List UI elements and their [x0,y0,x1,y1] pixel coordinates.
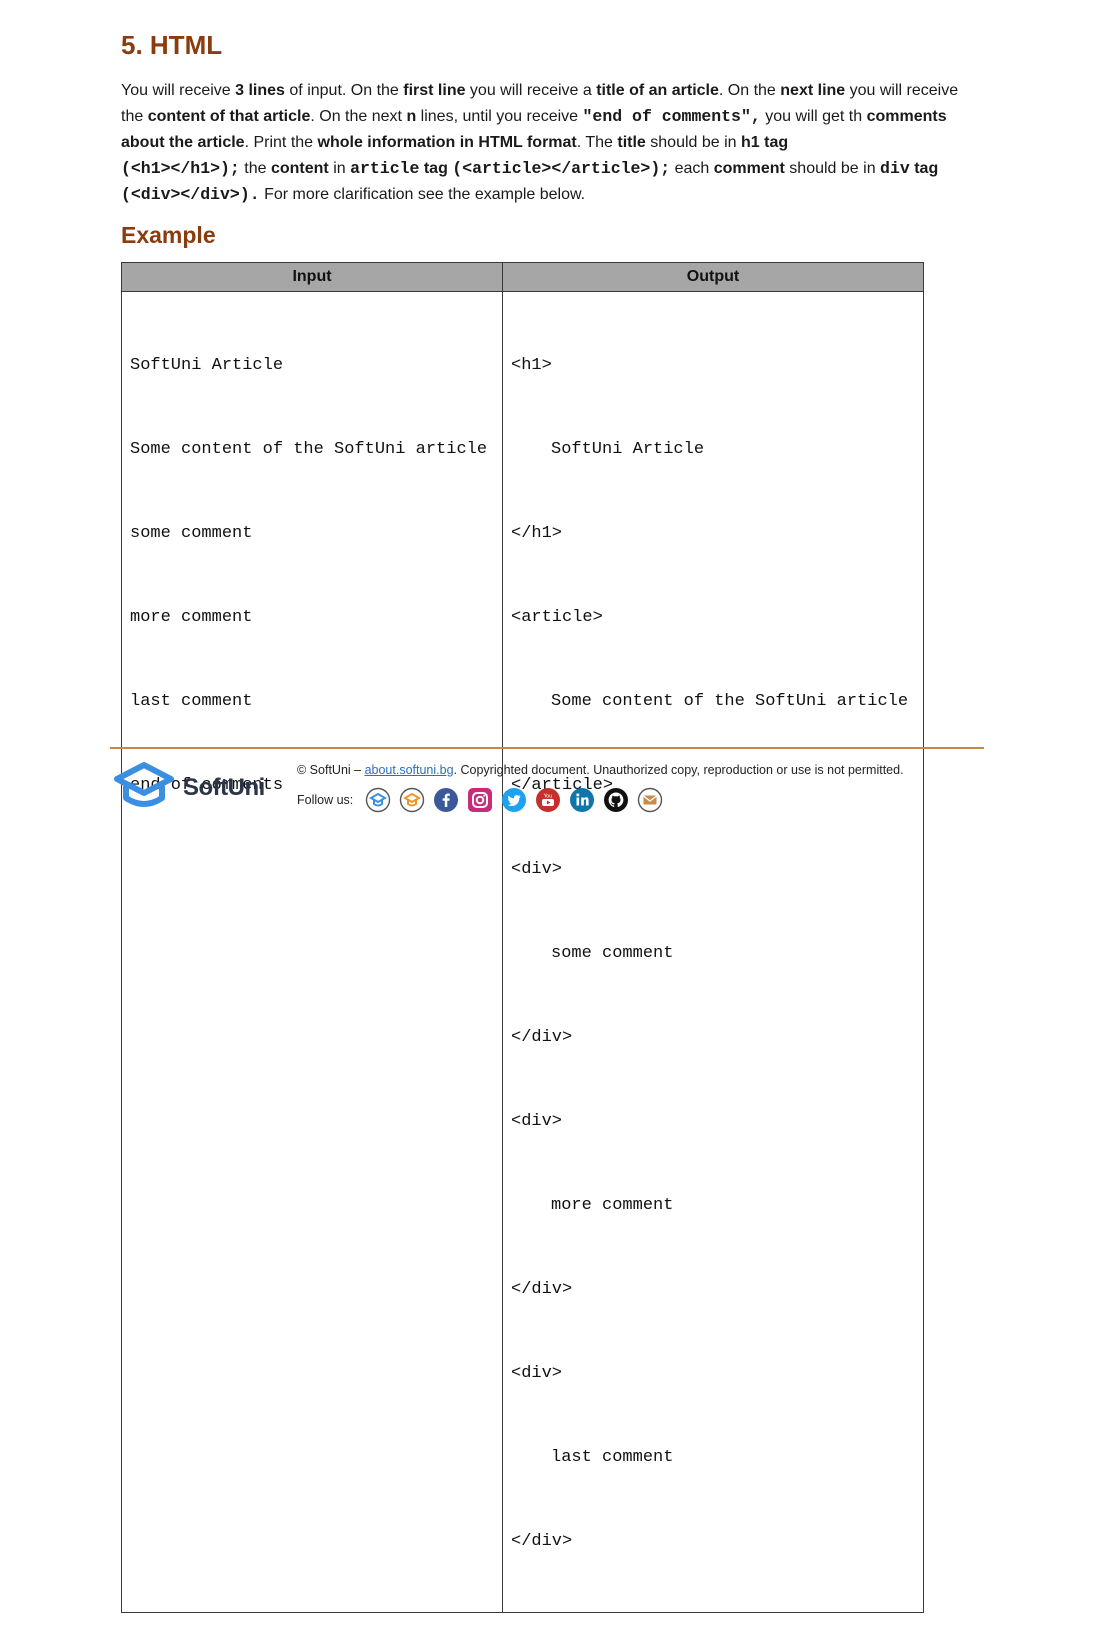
desc-code: "end of comments", [582,107,761,126]
email-icon[interactable] [637,787,663,813]
input-line: Some content of the SoftUni article [130,440,488,459]
output-line: <div> [511,1364,563,1383]
output-line: <div> [511,860,563,879]
desc-text: should be in [784,160,881,177]
output-line: SoftUni Article [551,440,705,459]
desc-bold: 3 lines [235,82,285,99]
desc-text: You will receive [121,82,236,99]
softuni-icon[interactable] [365,787,391,813]
desc-bold: tag [419,160,453,177]
desc-text: . Print the [244,134,318,151]
output-line: </h1> [511,524,563,543]
output-line: </div> [511,1280,573,1299]
desc-text: you will get th [760,108,867,125]
output-line: <article> [511,608,603,627]
input-line: SoftUni Article [130,356,284,375]
follow-label: Follow us: [297,793,354,807]
linkedin-icon[interactable] [569,787,595,813]
desc-text: of input. On the [284,82,404,99]
desc-text: each [670,160,714,177]
input-cell: SoftUni Article Some content of the Soft… [121,291,503,1613]
social-links: You [365,787,663,813]
table-row: SoftUni Article Some content of the Soft… [121,291,924,1613]
desc-text: should be in [645,134,742,151]
facebook-icon[interactable] [433,787,459,813]
output-line: </div> [511,1028,573,1047]
output-line: <h1> [511,356,552,375]
copyright-suffix: . Copyrighted document. Unauthorized cop… [453,763,904,777]
footer-divider [110,747,984,749]
input-line: more comment [130,608,253,627]
input-line: last comment [130,692,253,711]
table-header-row: Input Output [121,262,924,292]
desc-text: the [239,160,271,177]
softuni-kids-icon[interactable] [399,787,425,813]
desc-code: (<h1></h1>); [121,159,240,178]
twitter-icon[interactable] [501,787,527,813]
desc-text: . The [576,134,618,151]
desc-bold: next line [780,82,846,99]
task-description: You will receive 3 lines of input. On th… [121,78,981,208]
desc-text: you will receive a [465,82,597,99]
output-header: Output [502,262,924,292]
desc-bold: title [617,134,646,151]
desc-bold: whole information in HTML format [317,134,577,151]
desc-text: in [328,160,351,177]
desc-bold: first line [403,82,466,99]
desc-text: . On the next [310,108,407,125]
desc-bold: title of an article [596,82,719,99]
desc-bold: comment [713,160,785,177]
desc-bold: content of that article [147,108,311,125]
desc-code: article [350,159,420,178]
input-line: some comment [130,524,253,543]
desc-code: div [880,159,910,178]
instagram-icon[interactable] [467,787,493,813]
desc-code: (<div></div>). [121,185,260,204]
follow-us: Follow us: You [297,787,663,813]
output-line: some comment [551,944,674,963]
copyright-prefix: © SoftUni – [297,763,365,777]
desc-code: (<article></article>); [452,159,671,178]
svg-text:You: You [543,794,553,800]
desc-bold: content [270,160,329,177]
document-page: 5. HTML You will receive 3 lines of inpu… [0,0,1112,1642]
softuni-logo[interactable]: SoftUni [113,762,265,814]
output-line: </div> [511,1532,573,1551]
desc-bold: n [406,108,417,125]
desc-bold: h1 tag [741,134,789,151]
output-cell: <h1> SoftUni Article </h1> <article> Som… [502,291,924,1613]
output-line: last comment [551,1448,674,1467]
output-line: more comment [551,1196,674,1215]
section-title: 5. HTML [121,30,223,60]
about-link[interactable]: about.softuni.bg [365,763,454,777]
desc-text: For more clarification see the example b… [259,186,586,203]
brand-name: SoftUni [183,774,265,801]
input-header: Input [121,262,503,292]
output-line: Some content of the SoftUni article [551,692,909,711]
copyright-notice: © SoftUni – about.softuni.bg. Copyrighte… [297,763,904,777]
output-line: <div> [511,1112,563,1131]
youtube-icon[interactable]: You [535,787,561,813]
example-title: Example [121,222,216,248]
desc-bold: tag [909,160,939,177]
desc-text: lines, until you receive [416,108,583,125]
graduation-cap-icon [114,762,174,807]
desc-text: . On the [718,82,781,99]
example-table: Input Output SoftUni Article Some conten… [121,262,924,1613]
github-icon[interactable] [603,787,629,813]
